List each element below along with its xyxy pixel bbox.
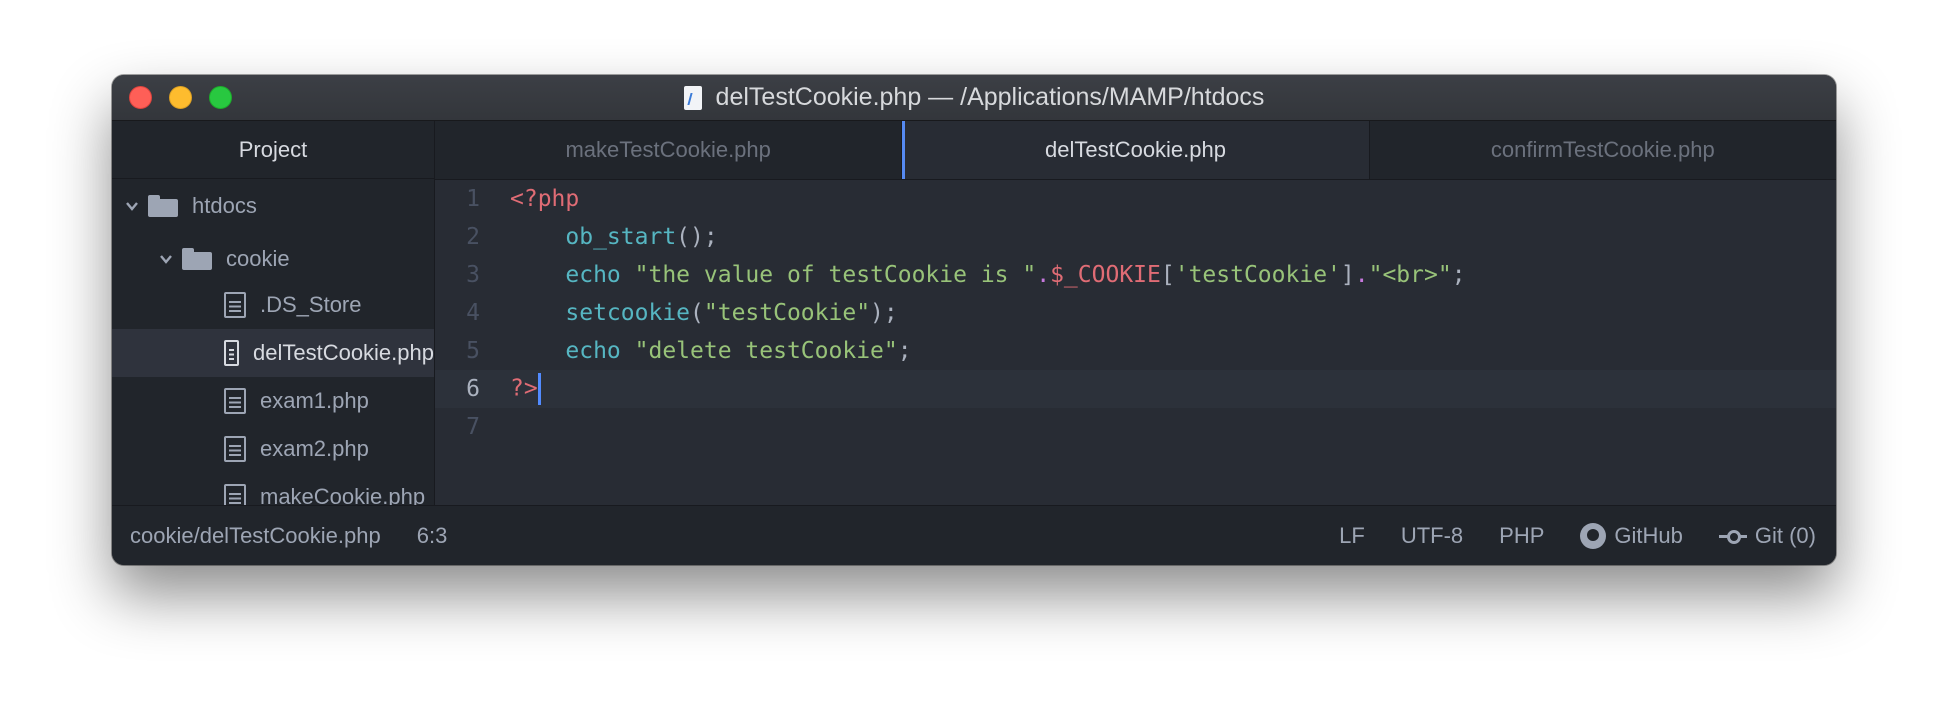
tree-item-ds-store[interactable]: .DS_Store <box>112 281 434 329</box>
sidebar-header: Project <box>112 121 434 179</box>
code-line: 2 ob_start(); <box>435 218 1836 256</box>
tree-item-label: .DS_Store <box>260 292 362 317</box>
code-line: 3 echo "the value of testCookie is ".$_C… <box>435 256 1836 294</box>
status-bar: cookie/delTestCookie.php 6:3 LF UTF-8 PH… <box>112 505 1836 565</box>
variable-token: $_COOKIE <box>1050 262 1161 288</box>
status-line-ending[interactable]: LF <box>1339 523 1365 549</box>
tree-item-htdocs[interactable]: htdocs <box>112 182 434 230</box>
code-line: 5 echo "delete testCookie"; <box>435 332 1836 370</box>
string-token: "delete testCookie" <box>634 338 898 364</box>
file-text-icon <box>224 436 246 462</box>
tree-item-label: delTestCookie.php <box>252 340 434 365</box>
chevron-down-icon <box>160 255 172 264</box>
window-title: delTestCookie.php — /Applications/MAMP/h… <box>715 83 1265 111</box>
code-line: 7 <box>435 408 1836 446</box>
operator-token: . <box>1354 262 1369 288</box>
line-number: 1 <box>466 186 480 212</box>
status-file-path[interactable]: cookie/delTestCookie.php <box>130 523 381 549</box>
string-token: 'testCookie' <box>1174 262 1341 288</box>
punctuation-token: (); <box>676 224 718 250</box>
project-sidebar: Project htdocs cookie .DS_Store delTestC… <box>112 121 435 505</box>
tree-item-cookie[interactable]: cookie <box>112 235 434 283</box>
punctuation-token: ] <box>1340 262 1355 288</box>
tree-item-makecookie[interactable]: makeCookie.php <box>112 473 434 505</box>
punctuation-token: [ <box>1160 262 1175 288</box>
editor-window: delTestCookie.php — /Applications/MAMP/h… <box>112 75 1836 565</box>
punctuation-token: ; <box>1451 262 1466 288</box>
github-icon <box>1580 523 1607 549</box>
tree-item-label: makeCookie.php <box>260 484 426 505</box>
status-git-label: Git (0) <box>1754 523 1816 548</box>
php-close-tag: ?> <box>510 375 538 402</box>
window-title-container: delTestCookie.php — /Applications/MAMP/h… <box>112 75 1836 120</box>
tree-item-deltestcookie[interactable]: delTestCookie.php <box>112 329 434 377</box>
tab-label: confirmTestCookie.php <box>1490 137 1715 162</box>
line-number: 3 <box>466 262 480 288</box>
code-text: <?php <box>480 186 579 212</box>
operator-token: . <box>1036 262 1051 288</box>
tab-label: delTestCookie.php <box>1044 137 1226 162</box>
status-github[interactable]: GitHub <box>1580 523 1683 549</box>
file-text-icon <box>224 484 246 505</box>
tab-confirmtestcookie[interactable]: confirmTestCookie.php <box>1370 121 1836 179</box>
keyword-token: echo <box>565 262 621 288</box>
line-number: 5 <box>466 338 480 364</box>
tree-item-exam1[interactable]: exam1.php <box>112 377 434 425</box>
code-text: ?> <box>480 373 541 405</box>
line-number: 7 <box>466 414 480 440</box>
status-git[interactable]: Git (0) <box>1718 523 1816 549</box>
tree-item-label: htdocs <box>192 193 257 218</box>
string-token: "the value of testCookie is " <box>634 262 1037 288</box>
line-number: 2 <box>466 224 480 250</box>
status-github-label: GitHub <box>1614 523 1683 548</box>
tab-bar: makeTestCookie.php delTestCookie.php con… <box>435 121 1836 180</box>
line-number: 6 <box>466 376 480 402</box>
php-open-tag: <?php <box>510 186 580 212</box>
code-text: setcookie("testCookie"); <box>480 300 898 326</box>
keyword-token: echo <box>565 338 621 364</box>
git-commit-icon <box>1718 529 1747 544</box>
tree-item-label: exam1.php <box>260 388 369 413</box>
code-line: 4 setcookie("testCookie"); <box>435 294 1836 332</box>
folder-icon <box>182 248 212 270</box>
function-token: setcookie <box>565 300 691 326</box>
code-line: 1 <?php <box>435 180 1836 218</box>
string-token: "testCookie" <box>703 300 871 326</box>
function-token: ob_start <box>565 224 677 250</box>
code-line-current: 6 ?> <box>435 370 1836 408</box>
punctuation-token: ( <box>690 300 704 326</box>
text-cursor <box>537 373 541 405</box>
punctuation-token: ); <box>870 300 898 326</box>
status-right: LF UTF-8 PHP GitHub Git (0) <box>1303 523 1836 549</box>
tab-deltestcookie[interactable]: delTestCookie.php <box>902 121 1370 179</box>
file-text-icon <box>224 388 246 414</box>
code-text: echo "delete testCookie"; <box>480 338 912 364</box>
chevron-down-icon <box>126 202 138 211</box>
tree-item-label: cookie <box>226 246 290 271</box>
code-editor[interactable]: 1 <?php 2 ob_start(); 3 echo "the value … <box>435 180 1836 505</box>
line-number: 4 <box>466 300 480 326</box>
code-text: ob_start(); <box>480 224 718 250</box>
file-text-icon <box>224 292 246 318</box>
status-cursor-position[interactable]: 6:3 <box>417 523 448 549</box>
status-encoding[interactable]: UTF-8 <box>1401 523 1463 549</box>
string-token: "<br>" <box>1368 262 1452 288</box>
tab-label: makeTestCookie.php <box>565 137 771 162</box>
code-text: echo "the value of testCookie is ".$_COO… <box>480 262 1466 288</box>
tree-item-label: exam2.php <box>260 436 369 461</box>
file-text-icon <box>224 340 239 366</box>
status-left: cookie/delTestCookie.php 6:3 <box>112 523 483 549</box>
tree-item-exam2[interactable]: exam2.php <box>112 425 434 473</box>
status-grammar[interactable]: PHP <box>1499 523 1544 549</box>
folder-icon <box>148 195 178 217</box>
punctuation-token: ; <box>897 338 912 364</box>
title-bar: delTestCookie.php — /Applications/MAMP/h… <box>112 75 1836 121</box>
php-file-icon <box>683 85 702 110</box>
tab-maketestcookie[interactable]: makeTestCookie.php <box>435 121 903 179</box>
